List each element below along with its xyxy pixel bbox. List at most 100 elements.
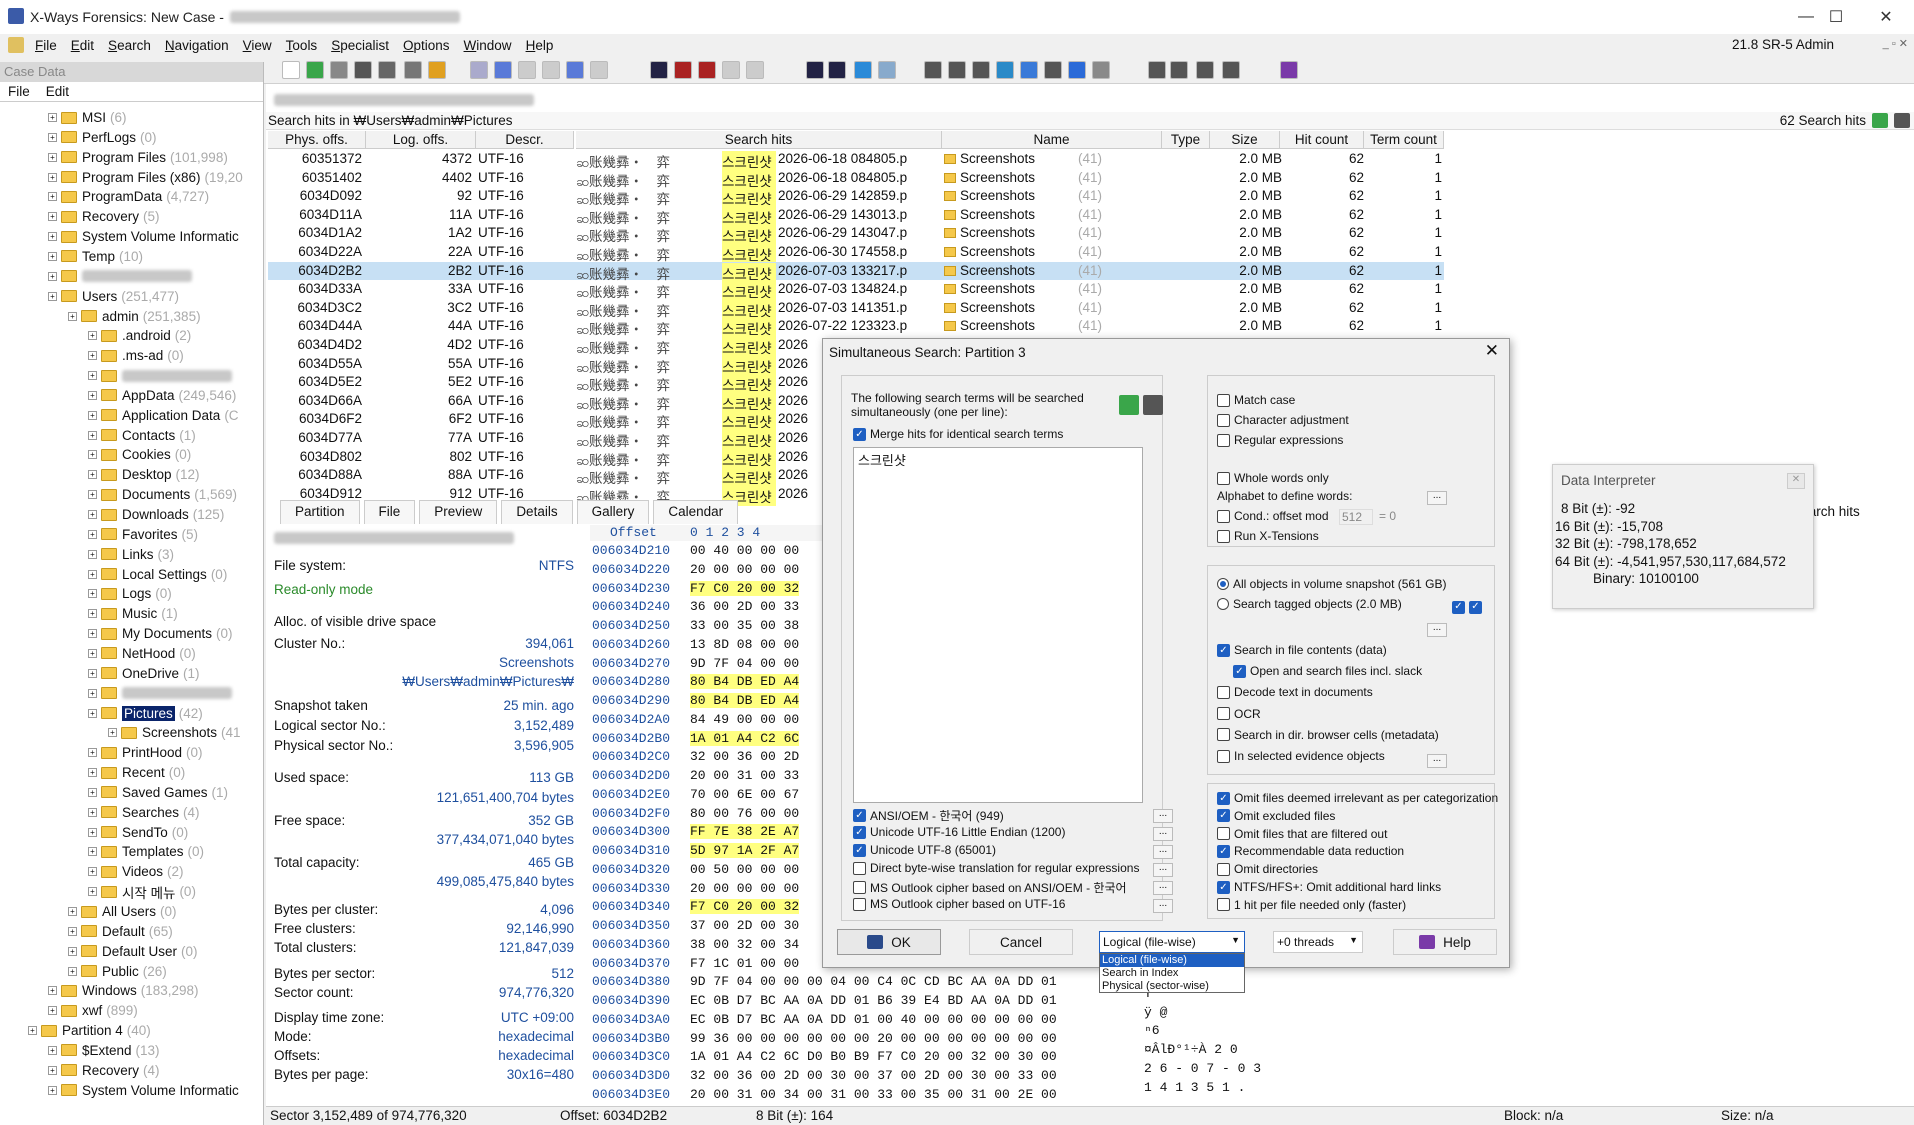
content-checkbox-6[interactable]: In selected evidence objects — [1217, 749, 1385, 763]
decode-text-options-button[interactable]: ... — [1427, 623, 1447, 637]
expand-icon[interactable]: + — [88, 668, 97, 678]
cond-mod-field[interactable]: 512 — [1339, 509, 1373, 525]
toolbar-icon-4[interactable] — [354, 61, 372, 79]
cancel-button[interactable]: Cancel — [969, 929, 1073, 955]
expand-icon[interactable]: + — [48, 232, 57, 242]
tree-item[interactable]: + AppData (249,546) — [88, 386, 236, 405]
encoding-checkbox-6[interactable]: MS Outlook cipher based on UTF-16 — [853, 897, 1065, 911]
encoding-options-button[interactable]: ... — [1153, 863, 1173, 877]
toolbar-icon-18[interactable] — [746, 61, 764, 79]
tree-item[interactable]: + Users (251,477) — [48, 287, 179, 306]
tree-item[interactable]: + Application Data (C — [88, 406, 239, 425]
expand-icon[interactable]: + — [88, 867, 97, 877]
toolbar-icon-26[interactable] — [996, 61, 1014, 79]
ok-button[interactable]: OK — [837, 929, 941, 955]
search-mode-select[interactable]: Logical (file-wise) ▼ — [1099, 931, 1245, 953]
toolbar-icon-19[interactable] — [806, 61, 824, 79]
run-xtensions-checkbox[interactable]: Run X-Tensions — [1217, 529, 1319, 543]
tree-item[interactable]: + My Documents (0) — [88, 624, 233, 643]
save-icon[interactable] — [1894, 113, 1910, 128]
toolbar-icon-34[interactable] — [1222, 61, 1240, 79]
app-menu-icon[interactable] — [8, 37, 24, 53]
save-terms-icon[interactable] — [1143, 395, 1163, 415]
table-row[interactable]: 6034D44A 44A UTF-16 ဆ账幾彞・ 弈 스크린샷 2026-07-22 1… — [268, 317, 1444, 339]
tree-item[interactable]: + Screenshots (41 — [108, 723, 241, 742]
tree-item[interactable]: + Recovery (4) — [48, 1061, 160, 1080]
column-header[interactable]: Descr. — [476, 131, 574, 149]
expand-icon[interactable]: + — [48, 271, 57, 281]
encoding-checkbox-2[interactable]: ✓ Unicode UTF-16 Little Endian (1200) — [853, 825, 1065, 839]
export-terms-icon[interactable] — [1119, 395, 1139, 415]
tree-item[interactable]: + .ms-ad (0) — [88, 346, 184, 365]
tree-item[interactable]: + Music (1) — [88, 604, 178, 623]
table-row[interactable]: 60351372 4372 UTF-16 ဆ账幾彞・ 弈 스크린샷 2026-06-18 … — [268, 150, 1444, 171]
toolbar-icon-22[interactable] — [878, 61, 896, 79]
column-header[interactable]: Search hits — [576, 131, 942, 149]
expand-icon[interactable]: + — [88, 847, 97, 857]
menu-navigation[interactable]: Navigation — [158, 38, 236, 53]
tree-item[interactable]: + Logs (0) — [88, 584, 172, 603]
tree-item[interactable]: + Default User (0) — [68, 942, 198, 961]
omit-checkbox-3[interactable]: Omit files that are filtered out — [1217, 827, 1387, 841]
toolbar-icon-14[interactable] — [650, 61, 668, 79]
evidence-objects-button[interactable]: ... — [1427, 754, 1447, 768]
column-header[interactable]: Phys. offs. — [268, 131, 366, 149]
expand-icon[interactable]: + — [88, 490, 97, 500]
omit-checkbox-4[interactable]: ✓ Recommendable data reduction — [1217, 844, 1404, 858]
tree-item[interactable]: + System Volume Informatic — [48, 1081, 243, 1100]
tree-item[interactable]: + Partition 4 (40) — [28, 1021, 151, 1040]
cond-eq-field[interactable]: = 0 — [1379, 509, 1396, 523]
content-checkbox-3[interactable]: Decode text in documents — [1217, 685, 1373, 699]
expand-icon[interactable]: + — [48, 113, 57, 122]
toolbar-icon-15[interactable] — [674, 61, 692, 79]
tree-item[interactable]: + Pictures (42) — [88, 704, 203, 723]
menu-tools[interactable]: Tools — [279, 38, 325, 53]
tree-item[interactable]: + — [88, 684, 236, 703]
expand-icon[interactable]: + — [88, 450, 97, 460]
search-mode-option[interactable]: Logical (file-wise) — [1100, 954, 1244, 967]
encoding-options-button[interactable]: ... — [1153, 845, 1173, 859]
expand-icon[interactable]: + — [68, 311, 77, 321]
expand-icon[interactable]: + — [28, 1026, 37, 1036]
alphabet-button[interactable]: ... — [1427, 491, 1447, 505]
expand-icon[interactable]: + — [88, 787, 97, 797]
tree-item[interactable]: + System Volume Informatic — [48, 227, 243, 246]
menu-view[interactable]: View — [236, 38, 279, 53]
expand-icon[interactable]: + — [48, 212, 57, 222]
expand-icon[interactable]: + — [88, 589, 97, 599]
tree-item[interactable]: + PerfLogs (0) — [48, 128, 157, 147]
search-mode-option[interactable]: Search in Index — [1100, 967, 1244, 980]
expand-icon[interactable]: + — [48, 192, 57, 202]
tree-item[interactable]: + Downloads (125) — [88, 505, 224, 524]
toolbar-icon-3[interactable] — [330, 61, 348, 79]
expand-icon[interactable]: + — [48, 132, 57, 142]
expand-icon[interactable]: + — [88, 351, 97, 361]
omit-checkbox-6[interactable]: ✓ NTFS/HFS+: Omit additional hard links — [1217, 880, 1441, 894]
column-header[interactable]: Hit count — [1280, 131, 1364, 149]
tree-item[interactable]: + Default (65) — [68, 922, 173, 941]
toolbar-icon-30[interactable] — [1092, 61, 1110, 79]
tree-item[interactable]: + All Users (0) — [68, 902, 177, 921]
menu-options[interactable]: Options — [396, 38, 457, 53]
table-row[interactable]: 6034D2B2 2B2 UTF-16 ဆ账幾彞・ 弈 스크린샷 2026-07-03 1… — [268, 261, 1444, 283]
tree-item[interactable]: + Local Settings (0) — [88, 565, 227, 584]
tab-partition[interactable]: Partition — [280, 500, 360, 524]
toolbar-icon-28[interactable] — [1044, 61, 1062, 79]
menu-window[interactable]: Window — [457, 38, 519, 53]
expand-icon[interactable]: + — [88, 549, 97, 559]
expand-icon[interactable]: + — [48, 986, 57, 996]
toolbar-icon-21[interactable] — [854, 61, 872, 79]
scope-radio-2[interactable]: Search tagged objects (2.0 MB) — [1217, 597, 1402, 611]
column-header[interactable]: Name — [942, 131, 1162, 149]
tree-item[interactable]: + MSI (6) — [48, 108, 127, 127]
table-row[interactable]: 6034D33A 33A UTF-16 ဆ账幾彞・ 弈 스크린샷 2026-07-03 1… — [268, 280, 1444, 302]
toolbar-icon-9[interactable] — [494, 61, 512, 79]
expand-icon[interactable]: + — [48, 1065, 57, 1075]
tab-preview[interactable]: Preview — [419, 500, 498, 524]
toolbar-icon-2[interactable] — [306, 61, 324, 79]
omit-checkbox-7[interactable]: 1 hit per file needed only (faster) — [1217, 898, 1406, 912]
encoding-options-button[interactable]: ... — [1153, 899, 1173, 913]
toolbar-icon-6[interactable] — [404, 61, 422, 79]
search-mode-option[interactable]: Physical (sector-wise) — [1100, 980, 1244, 993]
toolbar-icon-10[interactable] — [518, 61, 536, 79]
